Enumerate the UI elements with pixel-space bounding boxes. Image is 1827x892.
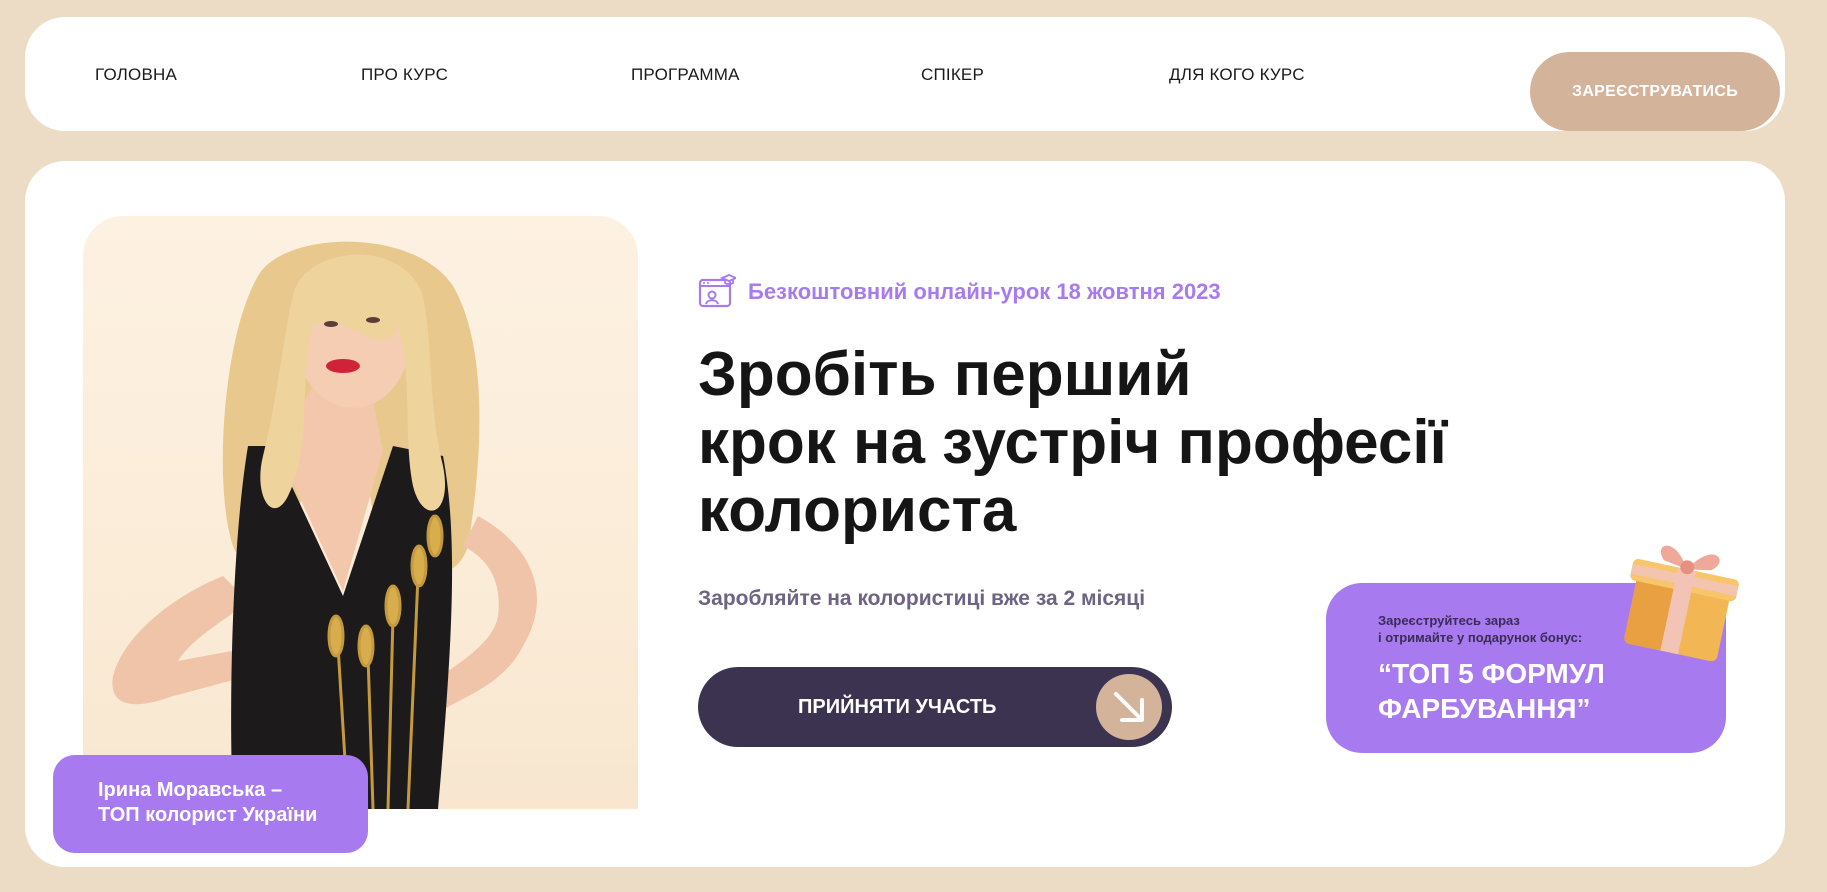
bonus-subtitle-line-1: Зареєструйтесь зараз <box>1378 613 1520 628</box>
nav-link-home[interactable]: ГОЛОВНА <box>95 65 177 85</box>
speaker-name-badge: Ірина Моравська – ТОП колорист України <box>53 755 368 853</box>
hero-section: Ірина Моравська – ТОП колорист України Б… <box>25 161 1785 867</box>
speaker-photo <box>83 216 638 809</box>
nav-link-speaker[interactable]: СПІКЕР <box>921 65 984 85</box>
hero-headline: Зробіть перший крок на зустріч професії … <box>698 341 1447 545</box>
headline-line-2: крок на зустріч професії <box>698 408 1447 477</box>
speaker-title: ТОП колорист України <box>98 804 318 826</box>
bonus-subtitle-line-2: і отримайте у подарунок бонус: <box>1378 630 1583 645</box>
bonus-title-line-2: ФАРБУВАННЯ” <box>1378 693 1591 724</box>
headline-line-1: Зробіть перший <box>698 340 1192 409</box>
hero-subline: Заробляйте на колористиці вже за 2 місяц… <box>698 587 1146 610</box>
gift-box-icon <box>1624 545 1739 661</box>
promo-row: Безкоштовний онлайн-урок 18 жовтня 2023 <box>698 274 1221 310</box>
promo-text: Безкоштовний онлайн-урок 18 жовтня 2023 <box>748 279 1221 304</box>
register-button[interactable]: ЗАРЕЄСТРУВАТИСЬ <box>1530 52 1780 131</box>
top-navbar: ГОЛОВНА ПРО КУРС ПРОГРАММА СПІКЕР ДЛЯ КО… <box>25 17 1785 131</box>
online-course-icon <box>698 274 736 308</box>
participate-button-label: ПРИЙНЯТИ УЧАСТЬ <box>798 696 997 718</box>
arrow-down-right-icon <box>1096 674 1162 740</box>
participate-button[interactable]: ПРИЙНЯТИ УЧАСТЬ <box>698 667 1172 747</box>
nav-link-target-audience[interactable]: ДЛЯ КОГО КУРС <box>1169 65 1305 85</box>
speaker-name: Ірина Моравська – <box>98 779 283 801</box>
speaker-portrait-illustration <box>112 241 537 809</box>
nav-link-program[interactable]: ПРОГРАММА <box>631 65 740 85</box>
nav-link-about-course[interactable]: ПРО КУРС <box>361 65 448 85</box>
bonus-title-line-1: “ТОП 5 ФОРМУЛ <box>1378 658 1605 689</box>
headline-line-3: колориста <box>698 476 1017 545</box>
